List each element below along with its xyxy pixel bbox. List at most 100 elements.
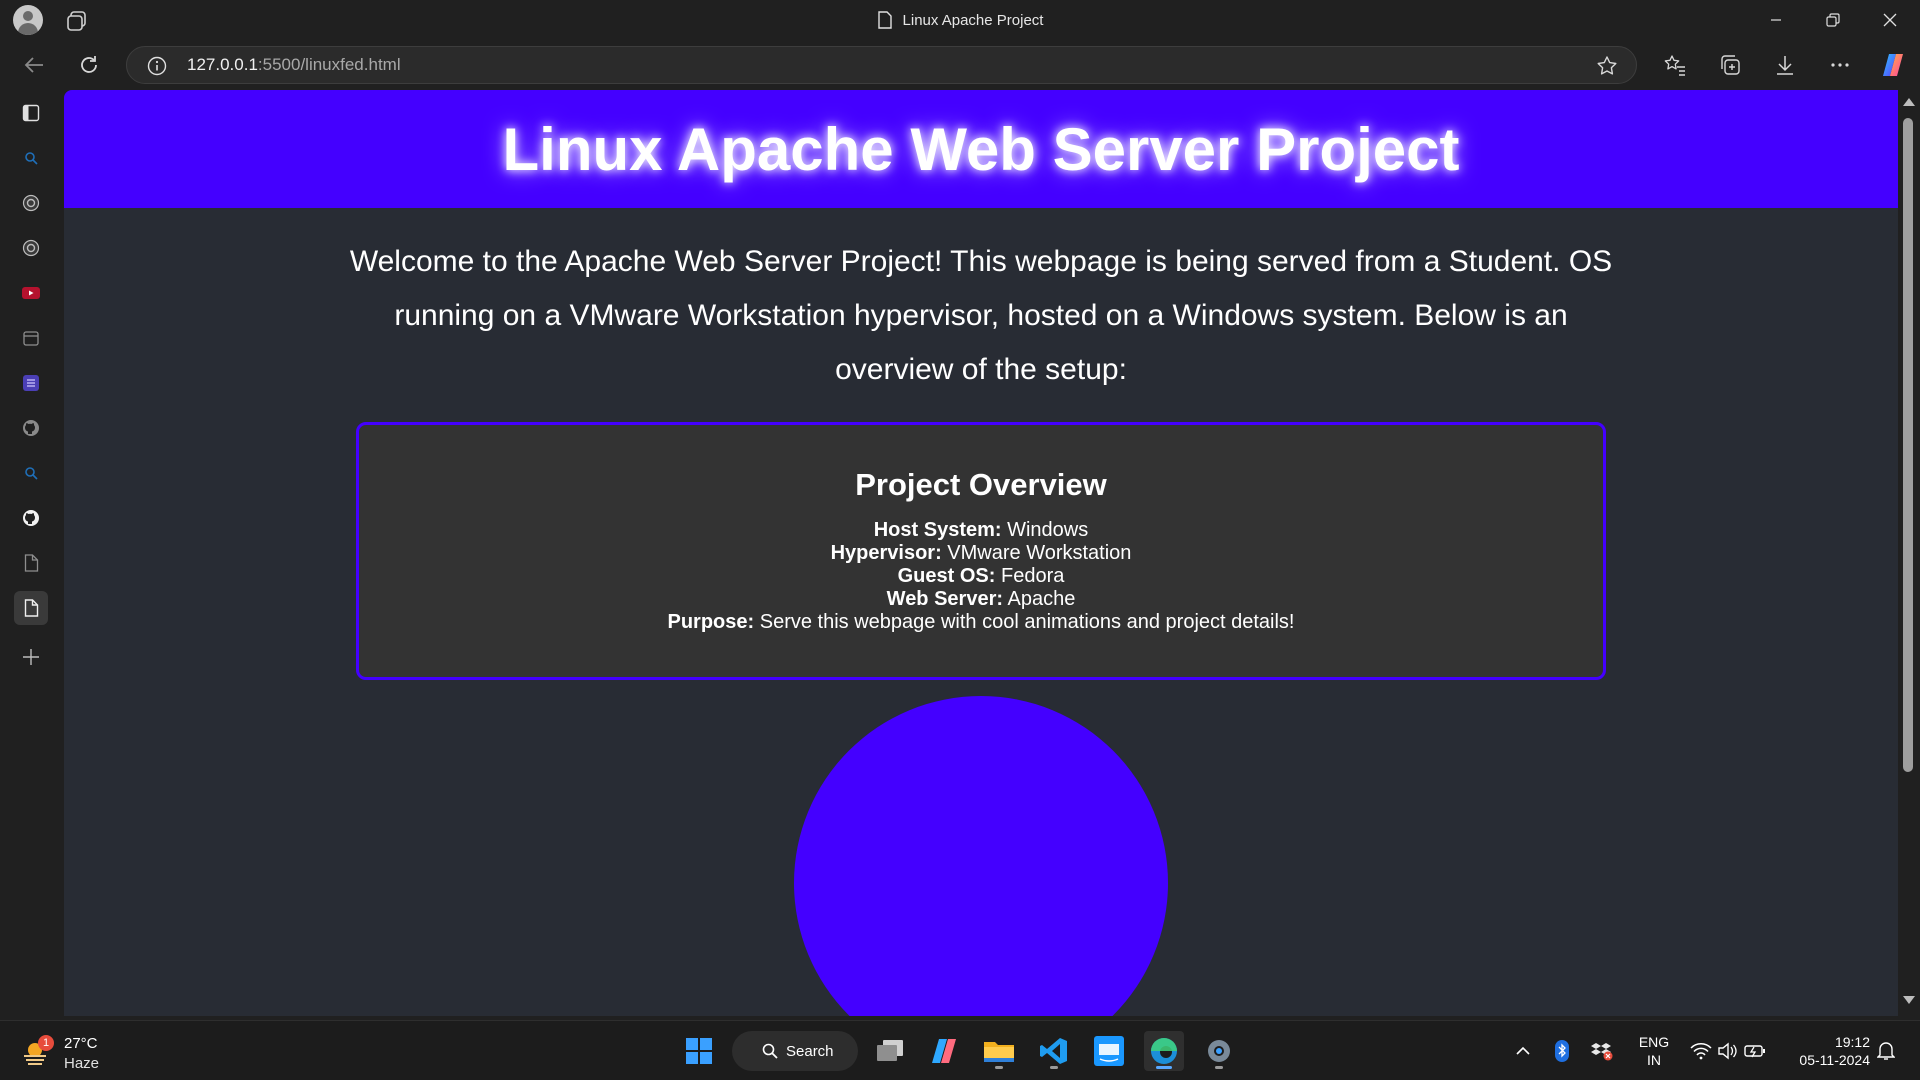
window-title: Linux Apache Project [0, 0, 1920, 40]
clock-date: 05-11-2024 [1799, 1052, 1870, 1068]
sidebar-item-calendar[interactable] [14, 321, 48, 355]
site-info-icon[interactable] [147, 56, 167, 76]
workspaces-icon[interactable] [66, 10, 88, 32]
web-page: Linux Apache Web Server Project Welcome … [64, 90, 1898, 1016]
chevron-up-icon [1516, 1046, 1530, 1055]
close-button[interactable] [1862, 0, 1918, 40]
title-bar: Linux Apache Project [0, 0, 1920, 40]
favorites-list-icon [1664, 55, 1685, 76]
language-region: IN [1647, 1052, 1661, 1068]
copilot-icon [932, 1039, 956, 1063]
sidebar-item-chatgpt[interactable] [14, 186, 48, 220]
calendar-icon [23, 331, 39, 346]
github-icon [23, 510, 39, 526]
page-icon [877, 11, 892, 29]
row-label: Hypervisor: [830, 542, 942, 564]
vertical-scrollbar[interactable] [1898, 90, 1920, 1016]
profile-avatar[interactable] [13, 5, 43, 35]
page-header: Linux Apache Web Server Project [64, 90, 1898, 208]
sidebar-item-chatgpt-2[interactable] [14, 231, 48, 265]
scrollbar-thumb[interactable] [1903, 118, 1913, 772]
running-indicator [995, 1066, 1003, 1069]
search-label: Search [786, 1042, 834, 1060]
search-icon [25, 467, 38, 480]
language-code: ENG [1638, 1034, 1670, 1050]
system-clock[interactable]: 19:12 05-11-2024 [1780, 1033, 1870, 1069]
sidebar-add-button[interactable] [14, 640, 48, 674]
bluetooth-icon [1555, 1040, 1569, 1062]
vscode-icon [1040, 1038, 1067, 1064]
more-options-button[interactable] [1823, 48, 1857, 82]
url-path: :5500/linuxfed.html [257, 55, 401, 74]
row-label: Purpose: [667, 611, 755, 633]
refresh-icon [81, 56, 97, 73]
page-title: Linux Apache Web Server Project [502, 115, 1460, 183]
url-host: 127.0.0.1 [187, 55, 258, 74]
dropbox-tray-button[interactable] [1582, 1031, 1622, 1071]
dropbox-sync-error-icon [1591, 1043, 1613, 1061]
restore-icon [1826, 13, 1840, 27]
wifi-icon [1690, 1043, 1712, 1060]
document-icon [24, 554, 38, 572]
taskbar: 1 27°C Haze Search ENG IN 19:12 05-11-20… [0, 1020, 1920, 1080]
volume-icon [1718, 1042, 1737, 1060]
back-arrow-icon [24, 57, 43, 73]
collections-button[interactable] [1713, 48, 1747, 82]
scroll-down-arrow-icon[interactable] [1903, 996, 1915, 1004]
input-language-indicator[interactable]: ENG IN [1634, 1033, 1674, 1069]
edge-button[interactable] [1144, 1031, 1184, 1071]
row-value: Fedora [995, 565, 1065, 587]
notification-badge: 1 [38, 1035, 54, 1051]
settings-gear-icon [1208, 1040, 1230, 1062]
back-button[interactable] [17, 48, 51, 82]
row-value: Serve this webpage with cool animations … [754, 611, 1295, 633]
refresh-button[interactable] [72, 48, 106, 82]
scroll-up-arrow-icon[interactable] [1903, 98, 1915, 106]
weather-widget[interactable]: 1 27°C Haze [18, 1029, 138, 1073]
copilot-button[interactable] [1876, 48, 1910, 82]
prime-video-button[interactable] [1089, 1031, 1129, 1071]
add-icon [23, 649, 39, 665]
taskbar-search[interactable]: Search [732, 1031, 858, 1071]
downloads-button[interactable] [1768, 48, 1802, 82]
sidebar-item-list[interactable] [14, 366, 48, 400]
sidebar-item-document[interactable] [14, 546, 48, 580]
sidebar-item-github[interactable] [14, 411, 48, 445]
settings-button[interactable] [1199, 1031, 1239, 1071]
download-icon [1777, 56, 1793, 75]
url-text[interactable]: 127.0.0.1:5500/linuxfed.html [187, 47, 401, 83]
overview-row-guest-os: Guest OS: Fedora [359, 565, 1603, 588]
copilot-app-button[interactable] [924, 1031, 964, 1071]
sidebar-item-search-2[interactable] [14, 456, 48, 490]
clock-time: 19:12 [1834, 1034, 1870, 1050]
notifications-button[interactable] [1866, 1031, 1906, 1071]
file-explorer-button[interactable] [979, 1031, 1019, 1071]
weather-condition: Haze [64, 1055, 100, 1072]
sidebar-item-youtube[interactable] [14, 276, 48, 310]
address-bar[interactable]: 127.0.0.1:5500/linuxfed.html [126, 46, 1637, 84]
minimize-icon [1771, 19, 1781, 21]
bluetooth-tray-button[interactable] [1542, 1031, 1582, 1071]
animated-circle [794, 696, 1168, 1016]
prime-video-icon [1094, 1036, 1124, 1066]
search-icon [25, 152, 38, 165]
vscode-button[interactable] [1034, 1031, 1074, 1071]
sidebar-item-search[interactable] [14, 141, 48, 175]
sidebar-item-github-2[interactable] [14, 501, 48, 535]
search-icon [762, 1043, 778, 1059]
favorite-star-icon[interactable] [1596, 55, 1618, 77]
show-hidden-icons-button[interactable] [1503, 1031, 1543, 1071]
quick-settings-button[interactable] [1683, 1031, 1773, 1071]
sidebar-panel-button[interactable] [14, 96, 48, 130]
battery-icon [1744, 1045, 1765, 1058]
restore-button[interactable] [1805, 0, 1861, 40]
close-icon [1883, 13, 1897, 27]
minimize-button[interactable] [1748, 0, 1804, 40]
favorites-button[interactable] [1658, 48, 1692, 82]
copilot-icon [1883, 54, 1903, 76]
active-indicator [1156, 1066, 1172, 1069]
task-view-button[interactable] [870, 1031, 910, 1071]
sidebar-item-document-active[interactable] [14, 591, 48, 625]
overview-row-host: Host System: Windows [359, 519, 1603, 542]
start-button[interactable] [679, 1031, 719, 1071]
